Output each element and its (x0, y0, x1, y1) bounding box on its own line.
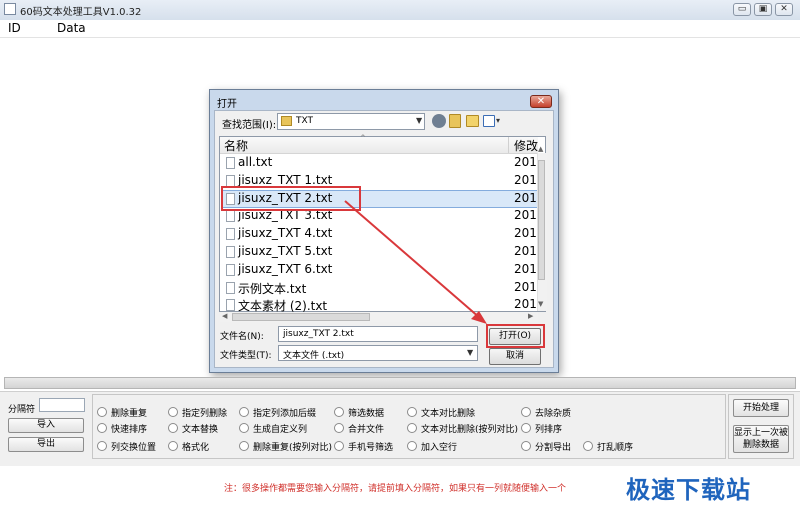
option-radio[interactable]: 文本替换 (168, 422, 218, 435)
option-label: 去除杂质 (535, 409, 572, 419)
radio-circle-icon[interactable] (407, 407, 417, 417)
option-label: 合并文件 (348, 425, 385, 435)
option-radio[interactable]: 筛选数据 (334, 406, 384, 419)
option-label: 格式化 (182, 443, 210, 453)
option-label: 列排序 (535, 425, 563, 435)
watermark-logo: 极速下载站 (626, 476, 751, 504)
show-deleted-data-button[interactable]: 显示上一次被 删除数据 (733, 425, 789, 453)
option-label: 手机号筛选 (348, 443, 394, 453)
option-radio[interactable]: 手机号筛选 (334, 440, 393, 453)
option-radio[interactable]: 生成自定义列 (239, 422, 307, 435)
radio-circle-icon[interactable] (521, 407, 531, 417)
option-radio[interactable]: 指定列删除 (168, 406, 227, 419)
radio-circle-icon[interactable] (239, 407, 249, 417)
start-processing-button[interactable]: 开始处理 (733, 399, 789, 417)
option-radio[interactable]: 文本对比删除 (407, 406, 475, 419)
show-deleted-line2: 删除数据 (742, 440, 779, 450)
option-label: 文本替换 (182, 425, 219, 435)
option-label: 列交换位置 (111, 443, 157, 453)
radio-circle-icon[interactable] (334, 407, 344, 417)
separator-input[interactable] (39, 398, 85, 412)
radio-circle-icon[interactable] (97, 423, 107, 433)
option-label: 快速排序 (111, 425, 148, 435)
radio-circle-icon[interactable] (583, 441, 593, 451)
option-radio[interactable]: 文本对比删除(按列对比) (407, 422, 518, 435)
radio-circle-icon[interactable] (407, 441, 417, 451)
import-button[interactable]: 导入 (8, 418, 84, 433)
option-label: 筛选数据 (348, 409, 385, 419)
radio-circle-icon[interactable] (521, 441, 531, 451)
export-button[interactable]: 导出 (8, 437, 84, 452)
option-label: 删除重复(按列对比) (253, 443, 333, 453)
option-label: 删除重复 (111, 409, 148, 419)
option-label: 分割导出 (535, 443, 572, 453)
radio-circle-icon[interactable] (239, 423, 249, 433)
option-radio[interactable]: 格式化 (168, 440, 209, 453)
option-label: 加入空行 (421, 443, 458, 453)
option-label: 生成自定义列 (253, 425, 308, 435)
option-radio[interactable]: 删除重复 (97, 406, 147, 419)
radio-circle-icon[interactable] (334, 423, 344, 433)
option-label: 指定列删除 (182, 409, 228, 419)
option-label: 文本对比删除(按列对比) (421, 425, 519, 435)
progress-bar (4, 377, 796, 389)
option-radio[interactable]: 合并文件 (334, 422, 384, 435)
radio-circle-icon[interactable] (239, 441, 249, 451)
option-radio[interactable]: 去除杂质 (521, 406, 571, 419)
option-radio[interactable]: 打乱顺序 (583, 440, 633, 453)
separator-label: 分隔符 (8, 405, 36, 415)
option-radio[interactable]: 列交换位置 (97, 440, 156, 453)
radio-circle-icon[interactable] (168, 441, 178, 451)
radio-circle-icon[interactable] (407, 423, 417, 433)
radio-circle-icon[interactable] (168, 407, 178, 417)
radio-circle-icon[interactable] (521, 423, 531, 433)
option-radio[interactable]: 指定列添加后缀 (239, 406, 316, 419)
show-deleted-line1: 显示上一次被 (734, 428, 789, 438)
option-radio[interactable]: 分割导出 (521, 440, 571, 453)
option-radio[interactable]: 快速排序 (97, 422, 147, 435)
radio-circle-icon[interactable] (97, 407, 107, 417)
option-label: 打乱顺序 (597, 443, 634, 453)
radio-circle-icon[interactable] (168, 423, 178, 433)
option-radio[interactable]: 列排序 (521, 422, 562, 435)
option-label: 指定列添加后缀 (253, 409, 317, 419)
option-radio[interactable]: 加入空行 (407, 440, 457, 453)
option-label: 文本对比删除 (421, 409, 476, 419)
option-radio[interactable]: 删除重复(按列对比) (239, 440, 332, 453)
radio-circle-icon[interactable] (334, 441, 344, 451)
radio-circle-icon[interactable] (97, 441, 107, 451)
